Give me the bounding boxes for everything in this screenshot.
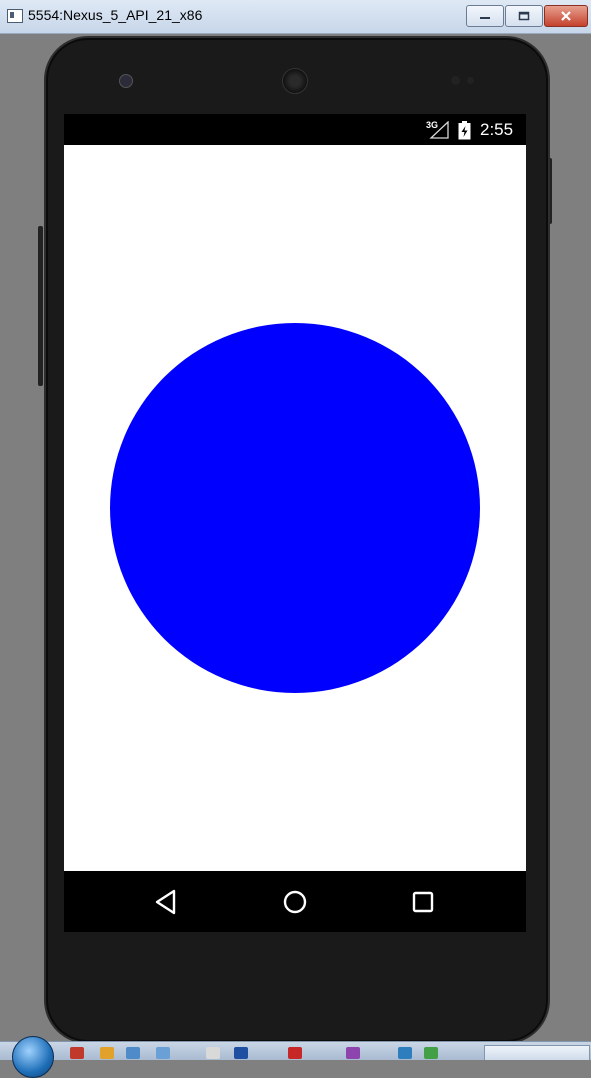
taskbar-app-icon[interactable]	[100, 1047, 114, 1059]
close-button[interactable]	[544, 5, 588, 27]
emulator-window: 5554:Nexus_5_API_21_x86 3G 2:55	[0, 0, 591, 1078]
status-bar: 3G 2:55	[64, 114, 526, 145]
navigation-bar	[64, 871, 526, 932]
start-button[interactable]	[12, 1036, 54, 1078]
front-camera-icon	[119, 74, 133, 88]
battery-charging-icon	[458, 121, 471, 140]
taskbar-app-icon[interactable]	[288, 1047, 302, 1059]
earpiece-speaker	[282, 68, 308, 94]
minimize-icon	[480, 17, 490, 19]
taskbar-app-icon[interactable]	[206, 1047, 220, 1059]
taskbar-window-button[interactable]	[484, 1045, 590, 1060]
signal-icon	[429, 121, 449, 139]
minimize-button[interactable]	[466, 5, 504, 27]
taskbar-app-icon[interactable]	[126, 1047, 140, 1059]
taskbar-app-icon[interactable]	[424, 1047, 438, 1059]
taskbar-app-icon[interactable]	[70, 1047, 84, 1059]
recents-icon[interactable]	[406, 885, 440, 919]
light-sensor	[467, 77, 474, 84]
maximize-button[interactable]	[505, 5, 543, 27]
proximity-sensor	[451, 76, 460, 85]
window-titlebar[interactable]: 5554:Nexus_5_API_21_x86	[0, 0, 591, 34]
maximize-icon	[518, 11, 530, 21]
device-screen[interactable]: 3G 2:55	[64, 114, 526, 932]
window-title: 5554:Nexus_5_API_21_x86	[28, 7, 203, 23]
close-icon	[561, 11, 571, 21]
home-icon[interactable]	[278, 885, 312, 919]
blue-circle	[110, 323, 480, 693]
taskbar-app-icon[interactable]	[398, 1047, 412, 1059]
taskbar-app-icon[interactable]	[234, 1047, 248, 1059]
volume-button[interactable]	[38, 226, 43, 386]
app-content[interactable]	[64, 145, 526, 871]
taskbar-app-icon[interactable]	[156, 1047, 170, 1059]
app-icon	[7, 9, 23, 23]
taskbar-app-icon[interactable]	[346, 1047, 360, 1059]
back-icon[interactable]	[150, 885, 184, 919]
status-clock: 2:55	[480, 120, 514, 139]
